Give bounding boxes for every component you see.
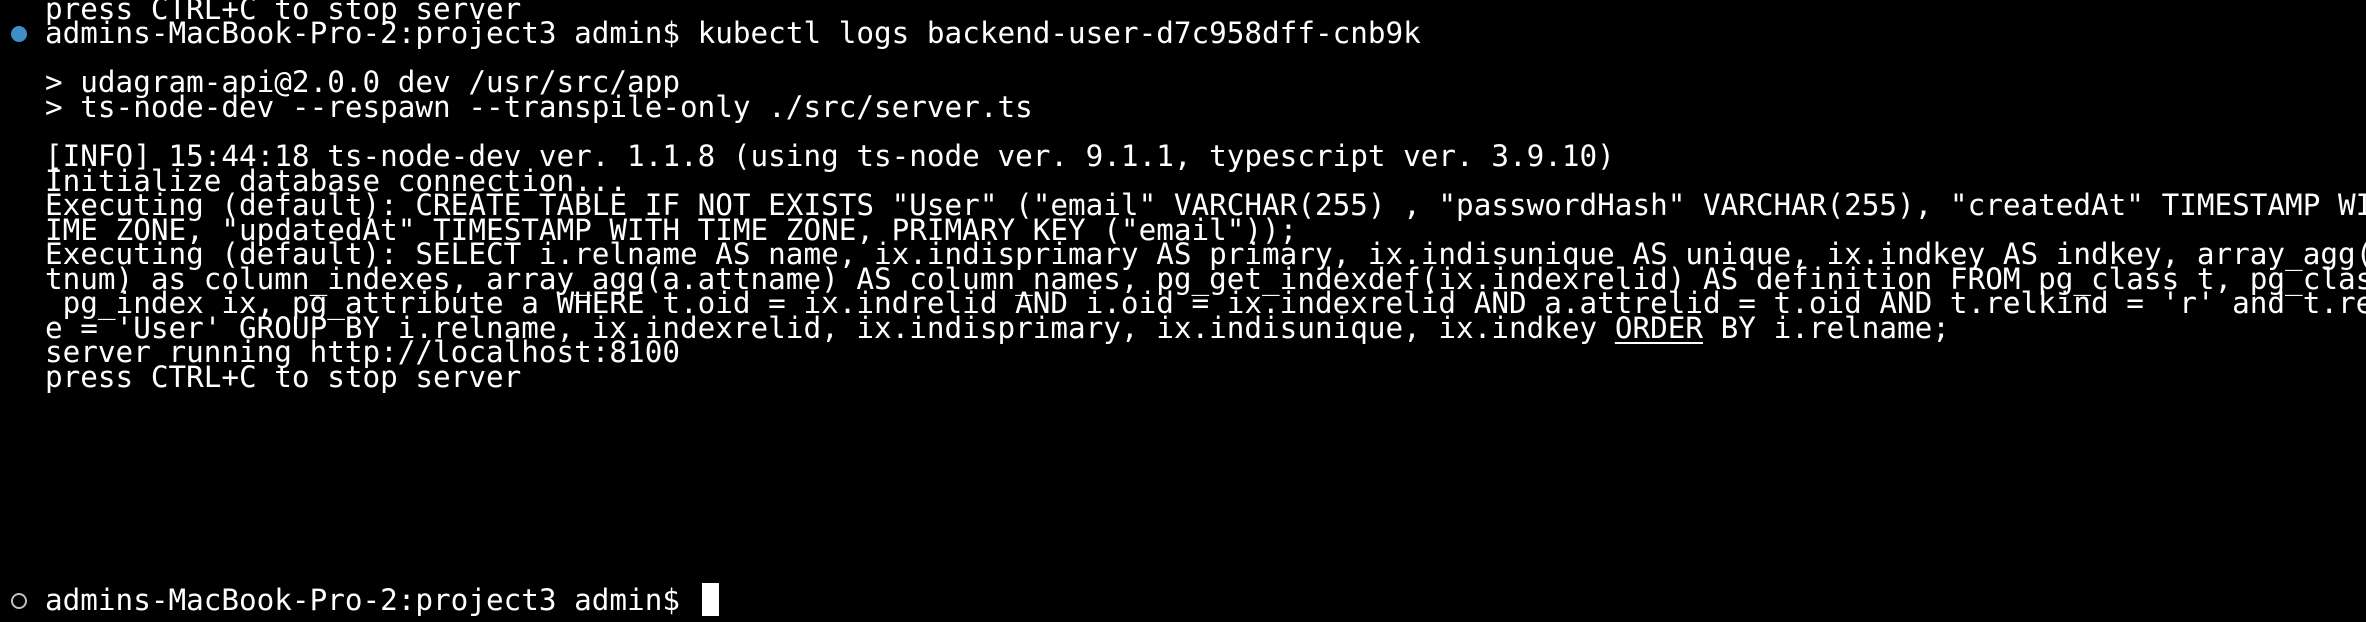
command-text: kubectl logs backend-user-d7c958dff-cnb9… — [697, 16, 1421, 50]
prompt-line[interactable]: admins-MacBook-Pro-2:project3 admin$ — [45, 582, 719, 619]
output-line: press CTRL+C to stop server — [45, 360, 522, 394]
text-cursor — [701, 583, 719, 616]
filled-circle-icon[interactable] — [11, 26, 27, 42]
shell-prompt: admins-MacBook-Pro-2:project3 admin$ — [45, 16, 698, 50]
hollow-circle-icon[interactable] — [11, 593, 27, 609]
sql-keyword-link[interactable]: ORDER — [1615, 311, 1703, 345]
prompt-line: admins-MacBook-Pro-2:project3 admin$ kub… — [45, 15, 1421, 52]
shell-prompt: admins-MacBook-Pro-2:project3 admin$ — [45, 583, 698, 617]
output-line: > ts-node-dev --respawn --transpile-only… — [45, 90, 1033, 124]
terminal-output[interactable]: press CTRL+C to stop server admins-MacBo… — [0, 0, 2366, 622]
sql-fragment: BY i.relname; — [1703, 311, 1950, 345]
